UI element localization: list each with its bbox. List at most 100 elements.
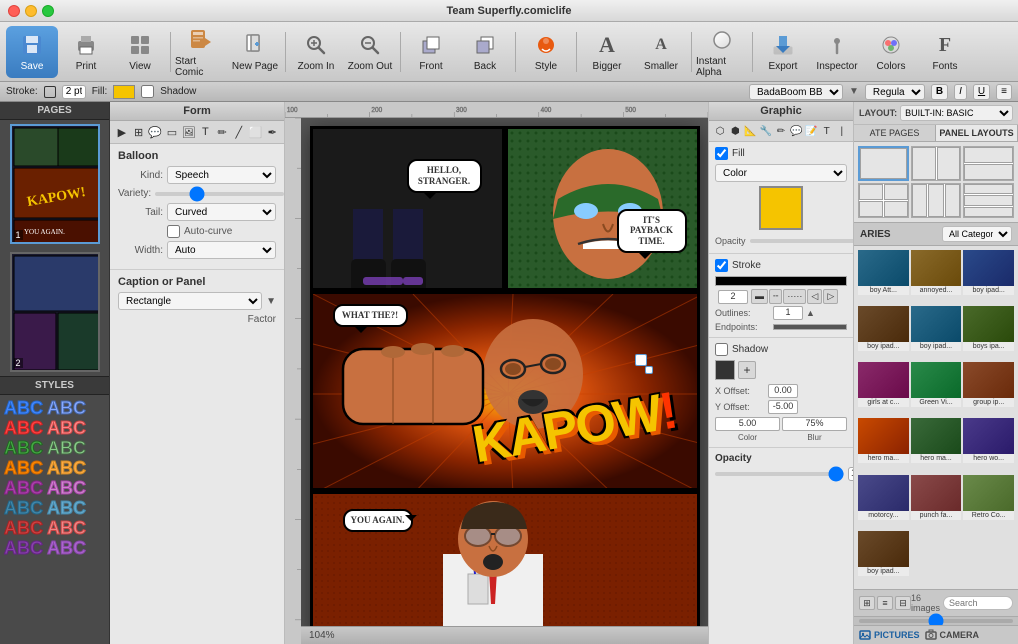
tool-shape-icon[interactable]: ⬜ xyxy=(248,123,264,141)
lib-image-retro[interactable]: Retro Co... xyxy=(963,475,1014,520)
stroke-none-btn[interactable]: ◁ xyxy=(807,289,822,304)
page-thumb-1[interactable]: KAPOW! YOU AGAIN. 1 xyxy=(10,124,100,244)
stroke-width-mini[interactable]: 2 xyxy=(718,290,748,304)
style-abc-7[interactable]: ABC xyxy=(4,459,43,477)
instant-alpha-button[interactable]: Instant Alpha xyxy=(696,26,748,78)
panel-bottom[interactable]: YOU AGAIN. xyxy=(310,491,700,636)
style-abc-10[interactable]: ABC xyxy=(47,479,86,497)
comic-canvas[interactable]: HELLO, STRANGER. xyxy=(310,126,700,636)
lib-image-hero-wo[interactable]: hero wo... xyxy=(963,418,1014,463)
panel-top-right[interactable]: IT'S PAYBACK TIME. xyxy=(505,126,700,291)
start-comic-button[interactable]: Start Comic xyxy=(175,26,227,78)
shadow-plus-button[interactable]: + xyxy=(738,361,756,379)
library-zoom-slider[interactable] xyxy=(859,619,1013,623)
style-abc-11[interactable]: ABC xyxy=(4,499,43,517)
insp-tool-6[interactable]: 💬 xyxy=(789,123,803,139)
shadow-blur-input[interactable]: 75% xyxy=(782,417,847,431)
layout-2[interactable] xyxy=(911,146,962,181)
layout-3[interactable] xyxy=(963,146,1014,181)
stroke-arrow-btn[interactable]: ▷ xyxy=(823,289,838,304)
style-abc-5[interactable]: ABC xyxy=(4,439,43,457)
font-name-select[interactable]: BadaBoom BB xyxy=(749,84,843,100)
outlines-input[interactable]: 1 xyxy=(773,306,803,320)
style-abc-9[interactable]: ABC xyxy=(4,479,43,497)
tool-pencil-icon[interactable]: ✏ xyxy=(214,123,230,141)
inspector-button[interactable]: Inspector xyxy=(811,26,863,78)
italic-button[interactable]: I xyxy=(954,84,967,100)
zoom-out-button[interactable]: Zoom Out xyxy=(344,26,396,78)
bold-button[interactable]: B xyxy=(931,84,948,100)
style-abc-8[interactable]: ABC xyxy=(47,459,86,477)
variety-slider[interactable] xyxy=(155,192,284,196)
bigger-button[interactable]: A Bigger xyxy=(581,26,633,78)
layout-4[interactable] xyxy=(858,183,909,218)
grid-view-button[interactable]: ⊞ xyxy=(859,596,875,610)
selection-handle[interactable] xyxy=(635,354,647,366)
style-abc-3[interactable]: ABC xyxy=(4,419,43,437)
library-category-select[interactable]: All Categories xyxy=(942,226,1012,242)
panel-middle[interactable]: KAPOW! WHAT THE?! xyxy=(310,291,700,491)
layout-6[interactable] xyxy=(963,183,1014,218)
opacity-slider-control[interactable] xyxy=(715,472,844,476)
style-abc-6[interactable]: ABC xyxy=(47,439,86,457)
tool-caption-icon[interactable]: ▭ xyxy=(164,123,180,141)
underline-button[interactable]: U xyxy=(973,84,990,100)
lib-image-motorcy[interactable]: motorcy... xyxy=(858,475,909,520)
style-abc-13[interactable]: ABC xyxy=(4,519,43,537)
fill-type-select[interactable]: Color Gradient None xyxy=(715,164,847,182)
caption-type-select[interactable]: Rectangle Rounded Pointed xyxy=(118,292,262,310)
tool-pen-icon[interactable]: ✒ xyxy=(264,123,280,141)
save-button[interactable]: Save xyxy=(6,26,58,78)
export-button[interactable]: Export xyxy=(757,26,809,78)
pictures-source-button[interactable]: PICTURES xyxy=(859,629,920,641)
maximize-button[interactable] xyxy=(42,5,54,17)
page-thumb-2[interactable]: 2 xyxy=(10,252,100,372)
layout-1[interactable] xyxy=(858,146,909,181)
fill-color-swatch-large[interactable] xyxy=(759,186,803,230)
tool-balloon-icon[interactable]: 💬 xyxy=(147,123,163,141)
insp-tool-5[interactable]: ✏ xyxy=(774,123,788,139)
tool-text-icon[interactable]: T xyxy=(198,123,214,141)
lib-image-girls[interactable]: girls at c... xyxy=(858,362,909,407)
style-abc-1[interactable]: ABC xyxy=(4,399,43,417)
front-button[interactable]: Front xyxy=(405,26,457,78)
panel-top-left[interactable]: HELLO, STRANGER. xyxy=(310,126,505,291)
lib-image-green[interactable]: Green Vi... xyxy=(911,362,962,407)
library-search-input[interactable] xyxy=(943,596,1013,610)
selection-handle-2[interactable] xyxy=(645,366,653,374)
style-abc-15[interactable]: ABC xyxy=(4,539,43,557)
fonts-button[interactable]: F Fonts xyxy=(919,26,971,78)
lib-image-boy-att[interactable]: boy Att... xyxy=(858,250,909,295)
fill-checkbox[interactable] xyxy=(715,147,728,160)
lib-image-group[interactable]: group ip... xyxy=(963,362,1014,407)
layout-select[interactable]: BUILT-IN: BASIC BUILT-IN: ADVANCED xyxy=(900,105,1013,121)
smaller-button[interactable]: A Smaller xyxy=(635,26,687,78)
list-view-button[interactable]: ≡ xyxy=(877,596,893,610)
shadow-size-input[interactable]: 5.00 xyxy=(715,417,780,431)
style-abc-12[interactable]: ABC xyxy=(47,499,86,517)
stroke-dashed-btn[interactable]: ╌ xyxy=(769,289,782,304)
shadow-color-swatch[interactable] xyxy=(715,360,735,380)
zoom-in-button[interactable]: Zoom In xyxy=(290,26,342,78)
camera-source-button[interactable]: CAMERA xyxy=(925,629,980,641)
lib-image-hero-ma2[interactable]: hero ma... xyxy=(911,418,962,463)
style-abc-4[interactable]: ABC xyxy=(47,419,86,437)
tool-select-icon[interactable]: ▶ xyxy=(114,123,130,141)
back-button[interactable]: Back xyxy=(459,26,511,78)
lib-image-annoyed[interactable]: annoyed... xyxy=(911,250,962,295)
large-view-button[interactable]: ⊟ xyxy=(895,596,911,610)
style-abc-16[interactable]: ABC xyxy=(47,539,86,557)
insp-tool-8[interactable]: T xyxy=(820,123,834,139)
insp-tool-1[interactable]: ⬡ xyxy=(713,123,727,139)
style-abc-14[interactable]: ABC xyxy=(47,519,86,537)
stroke-width-input[interactable] xyxy=(62,85,86,99)
stroke-section-checkbox[interactable] xyxy=(715,259,728,272)
canvas-content[interactable]: HELLO, STRANGER. xyxy=(301,118,708,644)
print-button[interactable]: Print xyxy=(60,26,112,78)
view-button[interactable]: View xyxy=(114,26,166,78)
tool-line-icon[interactable]: ╱ xyxy=(231,123,247,141)
new-page-button[interactable]: New Page xyxy=(229,26,281,78)
insp-tool-3[interactable]: 📐 xyxy=(743,123,757,139)
insp-tool-4[interactable]: 🔧 xyxy=(759,123,773,139)
lib-image-extra[interactable]: boy ipad... xyxy=(858,531,909,576)
